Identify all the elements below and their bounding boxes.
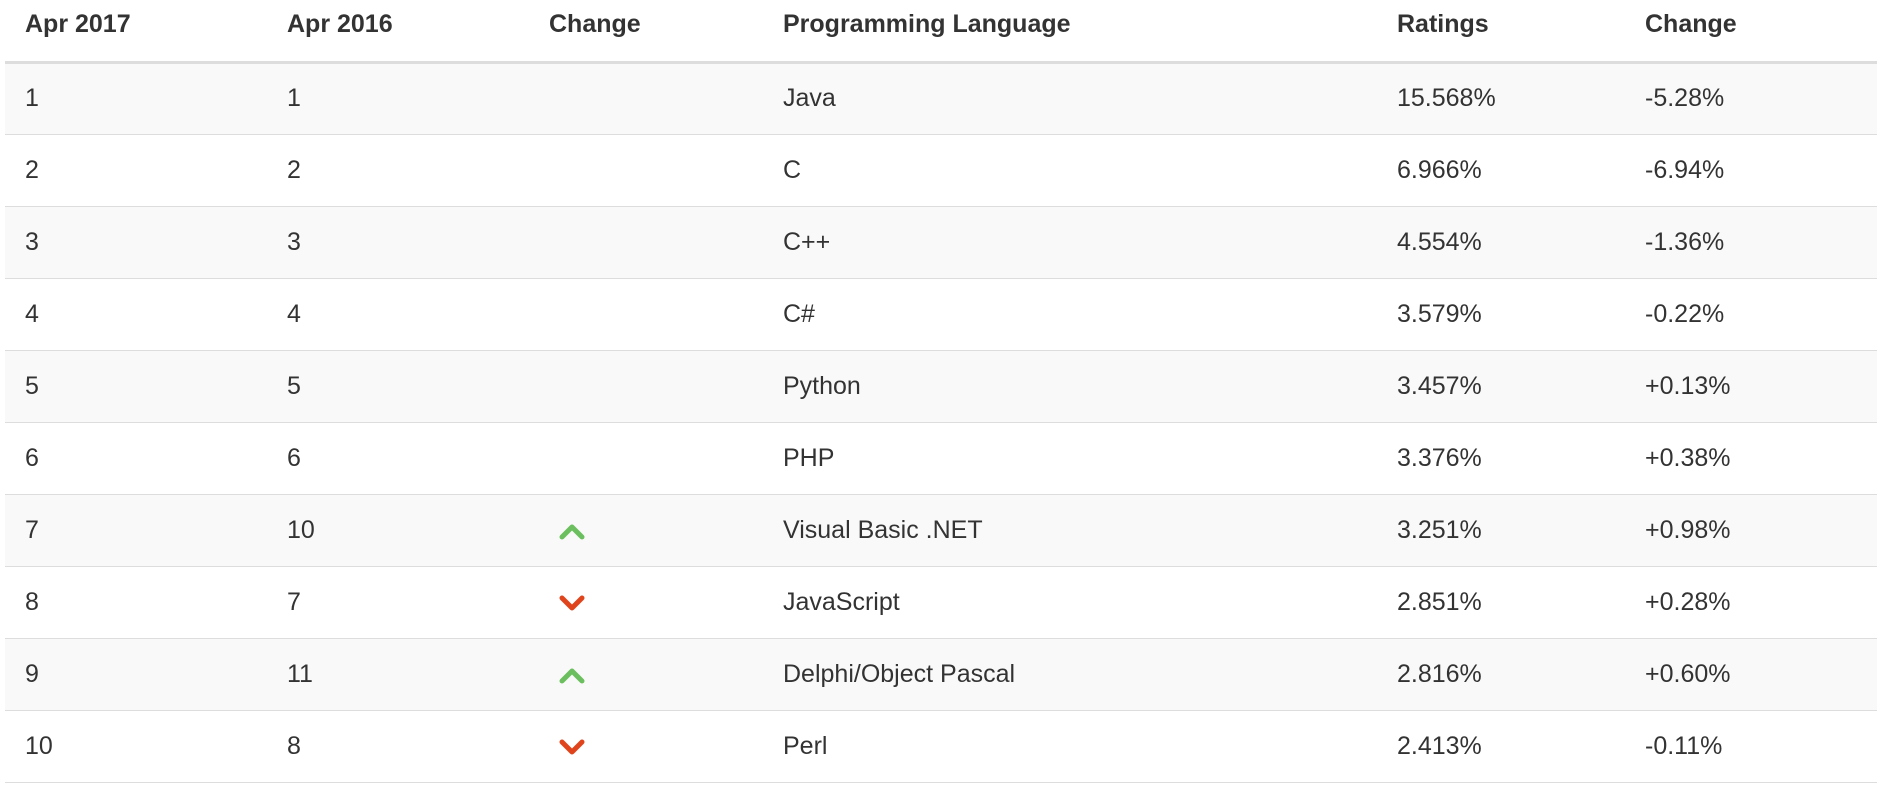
language-cell: PHP	[763, 422, 1377, 495]
rank-2017-cell: 9	[5, 638, 267, 711]
trend-cell	[529, 494, 763, 567]
table-row: 8 7 JavaScript 2.851% +0.28%	[5, 566, 1877, 639]
table-row: 3 3 C++ 4.554% -1.36%	[5, 206, 1877, 279]
rank-2017-cell: 4	[5, 278, 267, 351]
language-cell: JavaScript	[763, 566, 1377, 639]
ratings-cell: 6.966%	[1377, 134, 1625, 207]
header-apr-2017: Apr 2017	[5, 0, 267, 64]
ratings-cell: 2.851%	[1377, 566, 1625, 639]
rank-2016-cell: 4	[267, 278, 529, 351]
table-row: 1 1 Java 15.568% -5.28%	[5, 62, 1877, 135]
trend-cell	[529, 134, 763, 207]
ratings-change-cell: -0.22%	[1625, 278, 1877, 351]
header-programming-language: Programming Language	[763, 0, 1377, 64]
trend-cell	[529, 206, 763, 279]
ratings-change-cell: +0.60%	[1625, 638, 1877, 711]
table-body: 1 1 Java 15.568% -5.28% 2 2 C 6.966% -6.94% 3 3 C++ 4…	[5, 62, 1877, 783]
ratings-cell: 3.457%	[1377, 350, 1625, 423]
ratings-cell: 3.579%	[1377, 278, 1625, 351]
rank-2016-cell: 2	[267, 134, 529, 207]
rank-2017-cell: 10	[5, 710, 267, 783]
rank-2017-cell: 2	[5, 134, 267, 207]
trend-cell	[529, 638, 763, 711]
ratings-cell: 2.816%	[1377, 638, 1625, 711]
header-ratings-change: Change	[1625, 0, 1877, 64]
trend-cell	[529, 566, 763, 639]
header-apr-2016: Apr 2016	[267, 0, 529, 64]
ratings-cell: 3.251%	[1377, 494, 1625, 567]
ratings-change-cell: +0.98%	[1625, 494, 1877, 567]
rank-2017-cell: 5	[5, 350, 267, 423]
table-row: 4 4 C# 3.579% -0.22%	[5, 278, 1877, 351]
chevron-up-icon	[559, 522, 585, 540]
rank-2017-cell: 1	[5, 62, 267, 135]
ratings-cell: 4.554%	[1377, 206, 1625, 279]
chevron-down-icon	[559, 594, 585, 612]
rank-2017-cell: 6	[5, 422, 267, 495]
trend-cell	[529, 278, 763, 351]
header-rank-change: Change	[529, 0, 763, 64]
trend-cell	[529, 422, 763, 495]
ratings-change-cell: +0.13%	[1625, 350, 1877, 423]
trend-cell	[529, 710, 763, 783]
table-row: 9 11 Delphi/Object Pascal 2.816% +0.60%	[5, 638, 1877, 711]
table-row: 10 8 Perl 2.413% -0.11%	[5, 710, 1877, 783]
ratings-change-cell: -5.28%	[1625, 62, 1877, 135]
table-row: 2 2 C 6.966% -6.94%	[5, 134, 1877, 207]
rank-2016-cell: 10	[267, 494, 529, 567]
trend-cell	[529, 62, 763, 135]
rank-2017-cell: 3	[5, 206, 267, 279]
trend-cell	[529, 350, 763, 423]
rank-2017-cell: 7	[5, 494, 267, 567]
ranking-table: Apr 2017 Apr 2016 Change Programming Lan…	[5, 0, 1877, 783]
language-cell: Python	[763, 350, 1377, 423]
language-cell: C	[763, 134, 1377, 207]
language-cell: C++	[763, 206, 1377, 279]
chevron-up-icon	[559, 666, 585, 684]
language-cell: Delphi/Object Pascal	[763, 638, 1377, 711]
rank-2016-cell: 11	[267, 638, 529, 711]
table-row: 7 10 Visual Basic .NET 3.251% +0.98%	[5, 494, 1877, 567]
language-cell: Java	[763, 62, 1377, 135]
ratings-change-cell: -1.36%	[1625, 206, 1877, 279]
language-cell: C#	[763, 278, 1377, 351]
table-header-row: Apr 2017 Apr 2016 Change Programming Lan…	[5, 0, 1877, 64]
rank-2017-cell: 8	[5, 566, 267, 639]
ratings-cell: 15.568%	[1377, 62, 1625, 135]
rank-2016-cell: 3	[267, 206, 529, 279]
language-cell: Perl	[763, 710, 1377, 783]
ratings-change-cell: -0.11%	[1625, 710, 1877, 783]
rank-2016-cell: 6	[267, 422, 529, 495]
rank-2016-cell: 1	[267, 62, 529, 135]
language-cell: Visual Basic .NET	[763, 494, 1377, 567]
ratings-cell: 3.376%	[1377, 422, 1625, 495]
header-ratings: Ratings	[1377, 0, 1625, 64]
ratings-change-cell: -6.94%	[1625, 134, 1877, 207]
table-row: 5 5 Python 3.457% +0.13%	[5, 350, 1877, 423]
table-row: 6 6 PHP 3.376% +0.38%	[5, 422, 1877, 495]
ratings-cell: 2.413%	[1377, 710, 1625, 783]
chevron-down-icon	[559, 738, 585, 756]
rank-2016-cell: 8	[267, 710, 529, 783]
ratings-change-cell: +0.28%	[1625, 566, 1877, 639]
rank-2016-cell: 7	[267, 566, 529, 639]
ratings-change-cell: +0.38%	[1625, 422, 1877, 495]
rank-2016-cell: 5	[267, 350, 529, 423]
